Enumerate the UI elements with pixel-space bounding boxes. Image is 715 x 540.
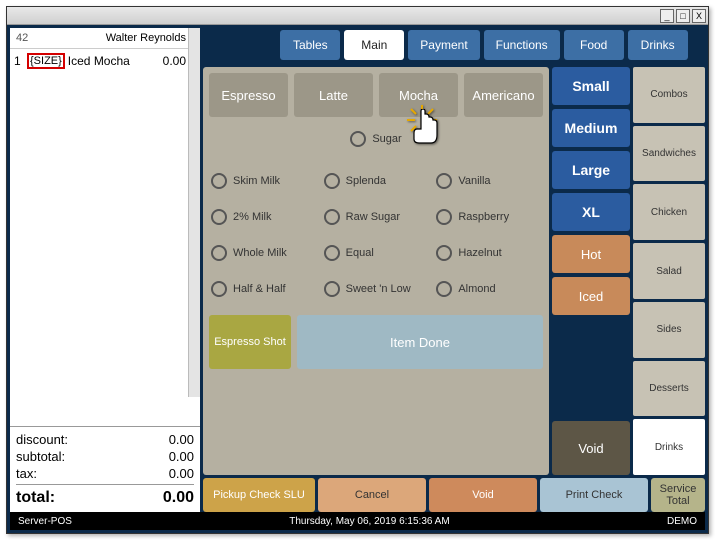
radio-icon xyxy=(350,131,366,147)
print-check-button[interactable]: Print Check xyxy=(540,478,648,512)
size-medium[interactable]: Medium xyxy=(552,109,630,147)
size-bar: Small Medium Large XL Hot Iced Void xyxy=(552,67,630,475)
radio-icon xyxy=(436,281,452,297)
temp-hot[interactable]: Hot xyxy=(552,235,630,273)
nav-tables[interactable]: Tables xyxy=(280,30,340,60)
size-xl[interactable]: XL xyxy=(552,193,630,231)
status-datetime: Thursday, May 06, 2019 6:15:36 AM xyxy=(72,516,667,527)
scrollbar[interactable] xyxy=(188,28,200,397)
item-qty: 1 xyxy=(14,54,24,68)
cat-sandwiches[interactable]: Sandwiches xyxy=(633,126,705,182)
total-label: total: xyxy=(16,489,55,507)
cat-salad[interactable]: Salad xyxy=(633,243,705,299)
radio-icon xyxy=(436,245,452,261)
drink-mocha[interactable]: Mocha xyxy=(379,73,458,117)
menu-area: Espresso Latte Mocha Americano Sugar Ski… xyxy=(203,67,549,475)
temp-iced[interactable]: Iced xyxy=(552,277,630,315)
mod-skim-milk[interactable]: Skim Milk xyxy=(211,165,316,197)
category-bar: Combos Sandwiches Chicken Salad Sides De… xyxy=(633,67,705,475)
close-button[interactable]: X xyxy=(692,9,706,23)
void-button[interactable]: Void xyxy=(552,421,630,475)
radio-icon xyxy=(324,281,340,297)
radio-icon xyxy=(211,245,227,261)
size-large[interactable]: Large xyxy=(552,151,630,189)
cancel-button[interactable]: Cancel xyxy=(318,478,426,512)
item-done-button[interactable]: Item Done xyxy=(297,315,543,369)
size-small[interactable]: Small xyxy=(552,67,630,105)
subtotal-value: 0.00 xyxy=(169,449,194,464)
subtotal-label: subtotal: xyxy=(16,449,65,464)
mod-almond[interactable]: Almond xyxy=(436,273,541,305)
status-bar: Server-POS Thursday, May 06, 2019 6:15:3… xyxy=(10,512,705,530)
totals: discount: 0.00 subtotal: 0.00 tax: 0.00 tot… xyxy=(10,426,200,512)
mod-half-half[interactable]: Half & Half xyxy=(211,273,316,305)
check-number: 42 xyxy=(16,32,28,44)
radio-icon xyxy=(211,173,227,189)
server-name: Walter Reynolds xyxy=(106,32,186,44)
nav-food[interactable]: Food xyxy=(564,30,624,60)
discount-value: 0.00 xyxy=(169,432,194,447)
check-panel: 42 Walter Reynolds 1 {SIZE} Iced Mocha 0… xyxy=(10,28,200,512)
radio-icon xyxy=(436,173,452,189)
discount-label: discount: xyxy=(16,432,68,447)
service-total-button[interactable]: Service Total xyxy=(651,478,705,512)
void-check-button[interactable]: Void xyxy=(429,478,537,512)
drink-espresso[interactable]: Espresso xyxy=(209,73,288,117)
espresso-shot-button[interactable]: Espresso Shot xyxy=(209,315,291,369)
mod-equal[interactable]: Equal xyxy=(324,237,429,269)
minimize-button[interactable]: _ xyxy=(660,9,674,23)
item-name: Iced Mocha xyxy=(68,54,160,68)
mod-two-percent[interactable]: 2% Milk xyxy=(211,201,316,233)
mod-vanilla[interactable]: Vanilla xyxy=(436,165,541,197)
top-nav: Tables Main Payment Functions Food Drink… xyxy=(263,28,705,64)
mod-hazelnut[interactable]: Hazelnut xyxy=(436,237,541,269)
pickup-check-button[interactable]: Pickup Check SLU xyxy=(203,478,315,512)
mod-splenda[interactable]: Splenda xyxy=(324,165,429,197)
mod-raspberry[interactable]: Raspberry xyxy=(436,201,541,233)
radio-icon xyxy=(211,209,227,225)
cat-sides[interactable]: Sides xyxy=(633,302,705,358)
nav-payment[interactable]: Payment xyxy=(408,30,479,60)
radio-icon xyxy=(324,173,340,189)
size-placeholder: {SIZE} xyxy=(27,53,65,69)
drink-latte[interactable]: Latte xyxy=(294,73,373,117)
check-items: 1 {SIZE} Iced Mocha 0.00 xyxy=(10,48,200,426)
status-right: DEMO xyxy=(667,516,697,527)
mod-sweet-n-low[interactable]: Sweet 'n Low xyxy=(324,273,429,305)
cat-combos[interactable]: Combos xyxy=(633,67,705,123)
radio-icon xyxy=(436,209,452,225)
mod-raw-sugar[interactable]: Raw Sugar xyxy=(324,201,429,233)
tax-value: 0.00 xyxy=(169,466,194,481)
mod-whole-milk[interactable]: Whole Milk xyxy=(211,237,316,269)
radio-icon xyxy=(211,281,227,297)
nav-functions[interactable]: Functions xyxy=(484,30,560,60)
tax-label: tax: xyxy=(16,466,37,481)
check-item-row[interactable]: 1 {SIZE} Iced Mocha 0.00 xyxy=(14,53,186,69)
radio-icon xyxy=(324,245,340,261)
bottom-actions: Pickup Check SLU Cancel Void Print Check… xyxy=(203,478,705,512)
nav-drinks[interactable]: Drinks xyxy=(628,30,688,60)
app-window: _ □ X 42 Walter Reynolds 1 {SIZE} Iced M… xyxy=(6,6,709,534)
maximize-button[interactable]: □ xyxy=(676,9,690,23)
item-price: 0.00 xyxy=(163,54,186,68)
cat-desserts[interactable]: Desserts xyxy=(633,361,705,417)
radio-icon xyxy=(324,209,340,225)
mod-sugar[interactable]: Sugar xyxy=(350,123,401,155)
nav-main[interactable]: Main xyxy=(344,30,404,60)
drink-americano[interactable]: Americano xyxy=(464,73,543,117)
status-left: Server-POS xyxy=(18,516,72,527)
cat-drinks[interactable]: Drinks xyxy=(633,419,705,475)
cat-chicken[interactable]: Chicken xyxy=(633,184,705,240)
titlebar: _ □ X xyxy=(7,7,708,25)
total-value: 0.00 xyxy=(163,489,194,507)
